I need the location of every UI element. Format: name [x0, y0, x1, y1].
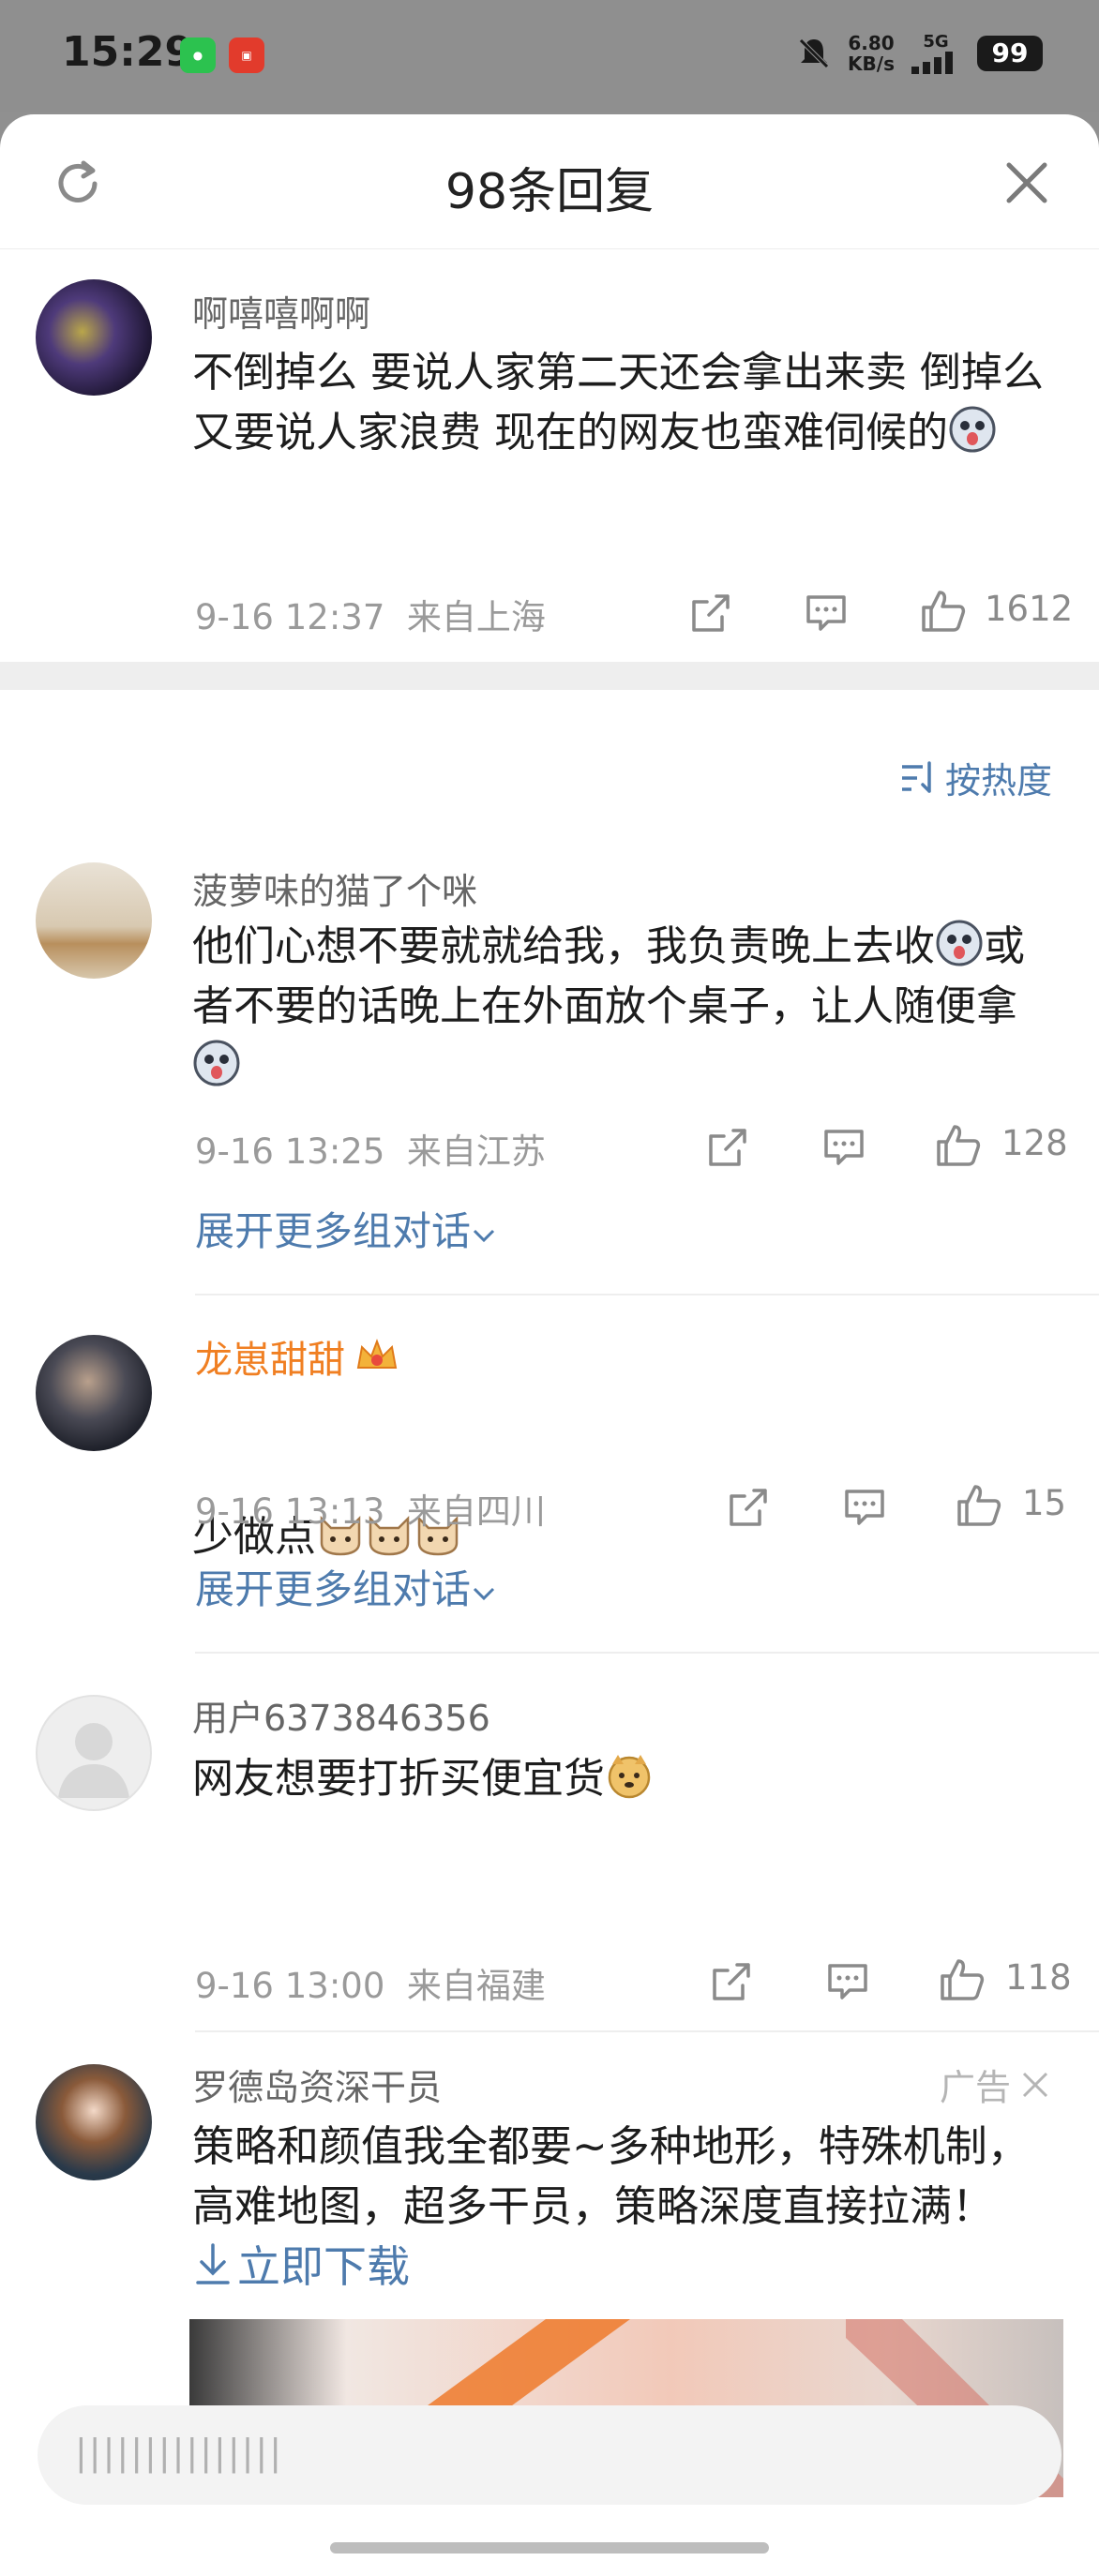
avatar[interactable] [36, 2064, 152, 2180]
comment-text-body: 不倒掉么 要说人家第二天还会拿出来卖 倒掉么 又要说人家浪费 现在的网友也蛮难伺… [192, 349, 1044, 457]
status-indicators: 6.80 KB/s 5G 99 [795, 32, 1043, 74]
share-icon[interactable] [688, 591, 733, 636]
like-count: 1612 [985, 589, 1074, 629]
like-icon[interactable] [919, 587, 968, 636]
signal-group: 5G [910, 32, 962, 74]
like-count: 128 [1001, 1123, 1068, 1163]
comment-time: 9-16 13:13 [195, 1491, 385, 1532]
chevron-down-icon [473, 1587, 495, 1601]
avatar[interactable] [36, 862, 152, 979]
section-divider [0, 662, 1099, 690]
battery-icon: 99 [977, 35, 1043, 71]
username[interactable]: 菠萝味的猫了个咪 [192, 862, 477, 914]
divider [195, 2030, 1099, 2032]
download-label: 立即下载 [237, 2241, 410, 2292]
reply-input-placeholder: ||||||||||||||| [75, 2432, 284, 2473]
avatar[interactable] [36, 279, 152, 396]
ad-label-text: 广告 [939, 2067, 1011, 2108]
like-count: 118 [1005, 1957, 1072, 1998]
reply-input[interactable]: ||||||||||||||| [38, 2405, 1061, 2505]
status-time: 15:29 [62, 28, 194, 76]
comment-text: 他们心想不要就就给我，我负责晚上去收 或者不要的话晚上在外面放个桌子，让人随便拿 [192, 917, 1055, 1097]
avatar[interactable] [36, 1695, 152, 1811]
like-icon[interactable] [934, 1121, 983, 1170]
close-icon[interactable] [1003, 159, 1050, 206]
husky-emoji-icon [936, 920, 983, 966]
comment-location: 来自江苏 [406, 1131, 546, 1172]
username-row: 龙崽甜甜 [195, 1329, 399, 1384]
download-link[interactable]: 立即下载 [192, 2233, 410, 2295]
wechat-icon: ● [180, 37, 216, 73]
comment-location: 来自上海 [406, 597, 546, 637]
comment-meta: 9-16 13:13 来自四川 [195, 1483, 546, 1534]
chevron-down-icon [473, 1229, 495, 1243]
divider [195, 1652, 1099, 1654]
status-bar: 15:29 ● ▣ 6.80 KB/s 5G 99 [0, 0, 1099, 112]
close-icon[interactable] [1018, 2068, 1052, 2102]
comment-time: 9-16 13:00 [195, 1966, 385, 2006]
username[interactable]: 罗德岛资深干员 [192, 2059, 442, 2110]
expand-conversation-link[interactable]: 展开更多组对话 [195, 1558, 497, 1615]
share-icon[interactable] [705, 1125, 750, 1170]
username[interactable]: 用户6373846356 [192, 1689, 490, 1741]
doge-emoji-icon [608, 1755, 651, 1799]
sheet-header: 98条回复 [0, 114, 1099, 249]
comment-meta: 9-16 13:00 来自福建 [195, 1957, 546, 2008]
net-speed-value: 6.80 [848, 31, 895, 54]
comment-text-a: 他们心想不要就就给我，我负责晚上去收 [192, 922, 935, 970]
comment-location: 来自四川 [406, 1491, 546, 1532]
news-app-icon: ▣ [229, 37, 264, 73]
husky-emoji-icon [949, 406, 996, 453]
reply-icon[interactable] [825, 1959, 870, 2004]
comment-time: 9-16 12:37 [195, 597, 385, 637]
replies-sheet: 98条回复 啊嘻嘻啊啊 不倒掉么 要说人家第二天还会拿出来卖 倒掉么 又要说人家… [0, 114, 1099, 2576]
username[interactable]: 啊嘻嘻啊啊 [192, 285, 370, 337]
expand-label: 展开更多组对话 [195, 1208, 472, 1254]
share-icon[interactable] [726, 1485, 771, 1530]
like-icon[interactable] [938, 1955, 986, 2004]
reply-icon[interactable] [821, 1125, 866, 1170]
avatar[interactable] [36, 1335, 152, 1451]
share-icon[interactable] [709, 1959, 754, 2004]
comment-text: 不倒掉么 要说人家第二天还会拿出来卖 倒掉么 又要说人家浪费 现在的网友也蛮难伺… [192, 343, 1055, 463]
mute-bell-icon [799, 37, 829, 68]
signal-icon [911, 52, 953, 74]
sort-label: 按热度 [944, 760, 1052, 801]
expand-conversation-link[interactable]: 展开更多组对话 [195, 1200, 497, 1257]
reply-icon[interactable] [842, 1485, 887, 1530]
username[interactable]: 龙崽甜甜 [195, 1329, 345, 1384]
home-indicator[interactable] [330, 2542, 769, 2554]
comment-text-body: 网友想要打折买便宜货 [192, 1755, 605, 1803]
comment-text: 网友想要打折买便宜货 [192, 1749, 1055, 1809]
like-icon[interactable] [955, 1481, 1003, 1530]
net-speed: 6.80 KB/s [848, 33, 895, 74]
comment-meta: 9-16 12:37 来自上海 [195, 589, 546, 639]
download-icon [196, 2243, 230, 2284]
husky-emoji-icon [193, 1040, 240, 1086]
divider [195, 1294, 1099, 1295]
comment-location: 来自福建 [406, 1966, 546, 2006]
expand-label: 展开更多组对话 [195, 1566, 472, 1612]
comment-meta: 9-16 13:25 来自江苏 [195, 1123, 546, 1174]
net-speed-unit: KB/s [848, 52, 895, 75]
sort-icon [901, 760, 931, 793]
default-avatar-icon [58, 1723, 129, 1798]
sort-toggle[interactable]: 按热度 [898, 752, 1052, 803]
ad-label[interactable]: 广告 [940, 2059, 1052, 2110]
ad-text: 策略和颜值我全都要~多种地形，特殊机制，高难地图，超多干员，策略深度直接拉满！ [192, 2121, 1030, 2231]
like-count: 15 [1022, 1483, 1067, 1523]
reply-icon[interactable] [804, 591, 849, 636]
comment-time: 9-16 13:25 [195, 1131, 385, 1172]
page-title: 98条回复 [444, 164, 655, 220]
crown-badge-icon [356, 1339, 398, 1369]
network-type: 5G [923, 32, 949, 52]
